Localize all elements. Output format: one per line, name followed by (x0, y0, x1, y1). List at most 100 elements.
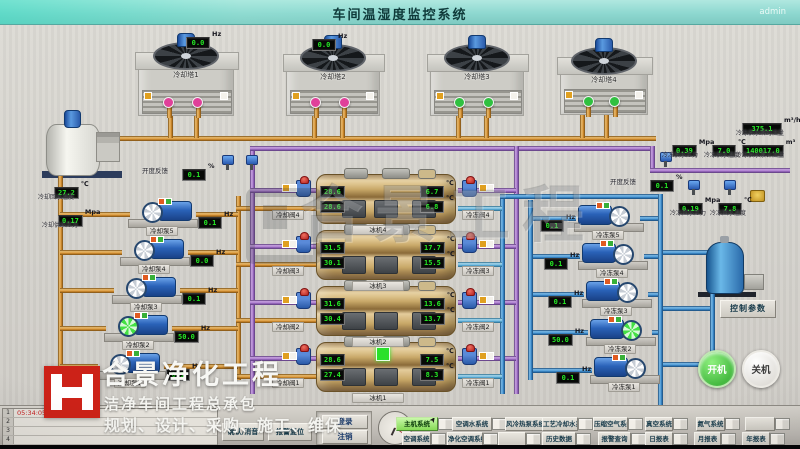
fan-motor-icon (468, 35, 486, 49)
valve-tag-icon (486, 296, 494, 304)
pump-speed-reading: 50.0Hz (174, 324, 210, 343)
pump-tag-icon (604, 278, 611, 285)
makeup-pump[interactable] (744, 274, 764, 290)
logged-in-user[interactable]: admin (759, 7, 786, 17)
logout-button[interactable]: 注销 (322, 430, 368, 444)
pump-speed-reading: 0.1Hz (182, 286, 217, 305)
pump-label: 冷冻泵2 (604, 344, 636, 354)
running-indicator (376, 347, 390, 361)
pump-impeller-icon (142, 202, 163, 223)
pump[interactable] (112, 274, 180, 304)
chiller-label: 冰机2 (352, 337, 404, 347)
pump[interactable] (128, 198, 196, 228)
pump-tag-icon (142, 274, 149, 281)
pipe (60, 288, 114, 293)
transmitter-icon (246, 155, 258, 165)
pump[interactable] (120, 236, 188, 266)
tower-valve-icon[interactable] (483, 97, 494, 108)
tower-grille (434, 90, 522, 114)
pump-speed-reading: 0.1Hz (556, 365, 591, 384)
tower-speed-reading-value: 0.0 (312, 39, 336, 51)
alarm-row[interactable]: 3 (3, 427, 217, 436)
pump-tag-icon (619, 354, 626, 361)
cooling-valve-icon[interactable] (296, 292, 311, 309)
tower-valve-icon[interactable] (339, 97, 350, 108)
pump[interactable] (586, 316, 654, 346)
alarm-row[interactable]: 4 (3, 436, 217, 445)
alarm-row-number: 1 (3, 409, 14, 417)
manual-valve-icon[interactable] (750, 190, 765, 202)
nav-button-row2-8[interactable]: 年报表 (742, 432, 770, 445)
tower-valve-icon[interactable] (163, 97, 174, 108)
login-button[interactable]: 登录 (322, 415, 368, 429)
tower-valve-icon[interactable] (192, 97, 203, 108)
tower-valve-icon[interactable] (583, 96, 594, 107)
nav-indicator-icon (628, 418, 643, 430)
transmitter-icon (724, 180, 736, 190)
tower-grille (290, 90, 378, 114)
fan-motor-icon (595, 38, 613, 52)
pump-tag-icon (608, 316, 615, 323)
chilled-valve-icon[interactable] (462, 292, 477, 309)
alarm-reset-button[interactable]: 报警复位 (268, 423, 312, 441)
nav-button-row2-2[interactable]: 净化空调系统 (447, 432, 483, 445)
pump-label: 冷却泵2 (122, 340, 154, 350)
cooling-valve-icon[interactable] (296, 348, 311, 365)
alarm-row[interactable]: 2 (3, 418, 217, 427)
pipe (60, 364, 98, 369)
chilled-valve-label: 冷冻阀3 (462, 266, 494, 276)
auth-panel: 登录 注销 (316, 411, 372, 445)
compressor-icon (418, 337, 436, 347)
pump[interactable] (582, 278, 650, 308)
chw-in-temp-reading: 13.7℃ (420, 306, 455, 325)
pump-tag-icon (157, 236, 164, 243)
tower-speed-reading: 0.0Hz (312, 32, 347, 51)
nav-button-row1-1[interactable]: 主机系统 (396, 417, 438, 431)
chw-supply-temp-label: 冷冻供水温度 (704, 150, 740, 159)
pump-impeller-icon (621, 320, 642, 341)
pump-impeller-icon (134, 240, 155, 261)
nav-indicator-icon (483, 433, 498, 445)
pump-label: 冷冻泵5 (592, 230, 624, 240)
nav-button-row2-3[interactable] (498, 432, 526, 445)
nav-button-row1-5[interactable]: 压缩空气系统 (593, 417, 628, 431)
pump-impeller-icon (613, 244, 634, 265)
nav-button-row2-4[interactable]: 历史数据 (542, 432, 576, 445)
nav-button-row1-8[interactable] (745, 417, 775, 431)
alarm-ack-button[interactable]: 确认/消音 (222, 423, 264, 441)
nav-button-row1-7[interactable]: 氮气系统 (696, 417, 725, 431)
nav-button-row2-6[interactable]: 日报表 (645, 432, 673, 445)
chilled-valve-icon[interactable] (462, 348, 477, 365)
pump-label: 冷冻泵3 (600, 306, 632, 316)
alarm-list[interactable]: 105:34:05 设备报警234 (2, 408, 218, 445)
pump[interactable] (590, 354, 658, 384)
nav-indicator-icon (578, 418, 593, 430)
pump-impeller-icon (118, 316, 139, 337)
pump[interactable] (104, 312, 172, 342)
nav-indicator-icon (775, 418, 790, 430)
nav-button-row1-6[interactable]: 真空系统 (645, 417, 673, 431)
tower-tag-icon (510, 92, 518, 100)
pump[interactable] (96, 350, 164, 380)
cooling-tower[interactable]: 冷却塔4 (560, 47, 648, 115)
stop-button[interactable]: 关机 (742, 350, 780, 388)
cooling-tower[interactable]: 冷却塔1 (138, 42, 234, 116)
cooling-tower[interactable]: 冷却塔3 (430, 44, 524, 116)
alarm-message (14, 418, 17, 426)
nav-button-row2-1[interactable]: 空调系统 (402, 432, 431, 445)
nav-button-row2-7[interactable]: 月报表 (694, 432, 721, 445)
control-params-button[interactable]: 控制参数 (720, 300, 776, 318)
pump-speed-reading-value: 0.1 (548, 296, 572, 308)
nav-button-row2-5[interactable]: 报警查询 (598, 432, 631, 445)
chw-in-temp-reading-value: 15.5 (420, 257, 445, 269)
tower-grille (142, 90, 232, 114)
pipe (580, 111, 585, 138)
nav-button-row1-4[interactable]: 工艺冷却水系统 (542, 417, 578, 431)
cooling-tower[interactable]: 冷却塔2 (286, 44, 380, 116)
water-treatment-tank[interactable] (46, 124, 100, 176)
nav-button-row1-2[interactable]: 空调水系统 (452, 417, 492, 431)
expansion-tank[interactable] (706, 242, 744, 294)
start-button[interactable]: 开机 (698, 350, 736, 388)
nav-button-row1-3[interactable]: 风冷热泵系统 (505, 417, 543, 431)
alarm-row[interactable]: 105:34:05 设备报警 (3, 409, 217, 418)
